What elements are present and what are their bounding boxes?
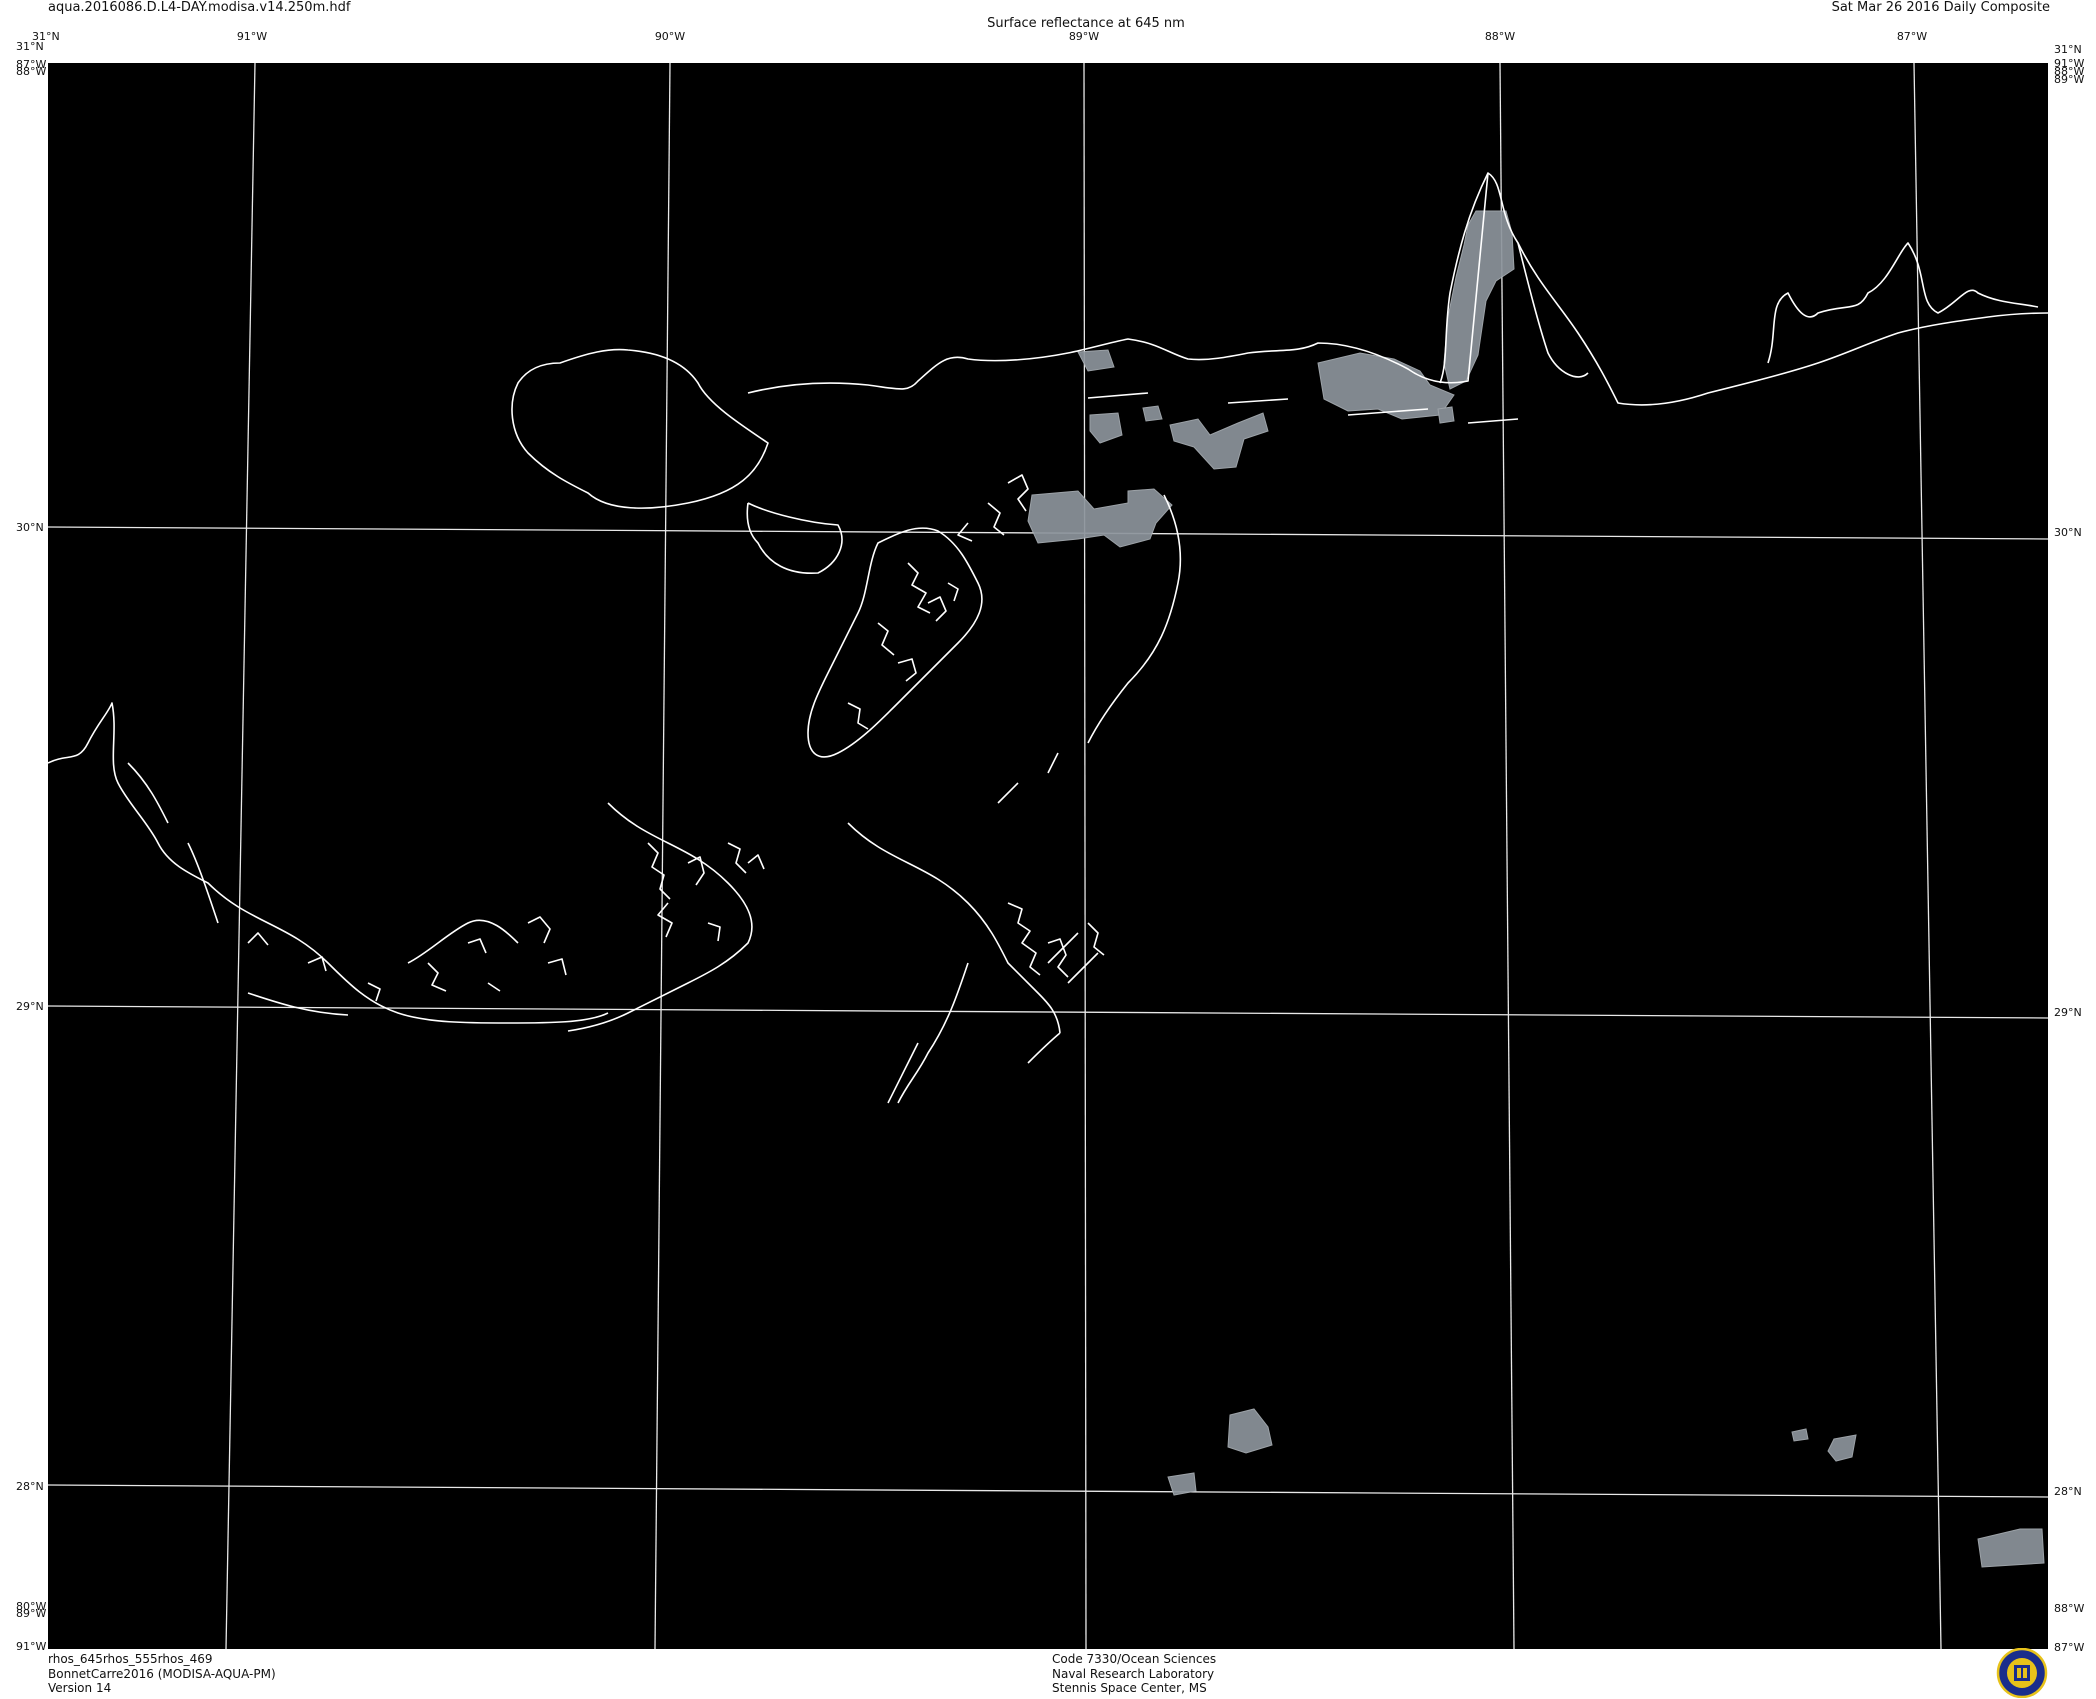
cloud-patch	[1443, 210, 1515, 390]
perdido-bay-coast	[1767, 242, 2039, 364]
barataria-marsh	[647, 842, 765, 942]
cloud-patch	[1227, 1408, 1273, 1454]
barrier-island	[1087, 392, 1149, 399]
lat-label-left-28n: 28°N	[16, 1480, 44, 1493]
parallel-28n	[48, 1484, 2048, 1498]
location-label: Stennis Space Center, MS	[1052, 1681, 1207, 1695]
lab-name: Naval Research Laboratory	[1052, 1666, 1215, 1681]
corner-top-left-2: 31°N	[16, 40, 44, 53]
lat-label-left-30n: 30°N	[16, 521, 44, 534]
cloud-patch	[1437, 406, 1455, 424]
corner-bottom-right-1: 88°W	[2054, 1602, 2085, 1615]
cloud-patch	[1077, 349, 1115, 372]
barrier-island	[1467, 418, 1519, 424]
footer-left: rhos_645rhos_555rhos_469 BonnetCarre2016…	[48, 1652, 276, 1696]
corner-top-right-1: 31°N	[2054, 43, 2082, 56]
atchafalaya-coast	[247, 916, 567, 1016]
lon-label-90w: 90°W	[654, 30, 686, 43]
st-bernard-marsh	[807, 527, 983, 758]
meridian-91w	[225, 63, 256, 1649]
mississippi-delta	[847, 822, 1061, 1104]
florida-panhandle-coast	[1439, 172, 2048, 406]
product-title: Surface reflectance at 645 nm	[987, 16, 1185, 31]
lon-label-87w: 87°W	[1896, 30, 1928, 43]
lon-label-91w: 91°W	[236, 30, 268, 43]
graticule-lines	[48, 63, 2048, 1649]
cloud-patch	[1169, 412, 1269, 470]
cloud-patch	[1791, 1428, 1809, 1442]
corner-top-left-4: 88°W	[16, 65, 47, 78]
corner-bottom-left-2: 89°W	[16, 1607, 47, 1620]
dataset-name: BonnetCarre2016 (MODISA-AQUA-PM)	[48, 1666, 276, 1681]
map-image	[48, 63, 2048, 1649]
western-louisiana-coast	[127, 762, 501, 1002]
lat-label-right-28n: 28°N	[2054, 1485, 2082, 1498]
nrl-seal-icon	[1996, 1648, 2048, 1698]
lat-label-right-29n: 29°N	[2054, 1006, 2082, 1019]
cloud-patch	[1089, 412, 1123, 444]
band-list: rhos_645rhos_555rhos_469	[48, 1652, 213, 1666]
lake-borgne-coast	[746, 502, 843, 574]
chandeleur-islands	[997, 752, 1059, 804]
st-bernard-marsh	[957, 474, 1029, 542]
lat-label-left-29n: 29°N	[16, 1000, 44, 1013]
lon-label-88w: 88°W	[1484, 30, 1516, 43]
meridian-88w	[1499, 63, 1515, 1649]
mississippi-delta	[1007, 902, 1105, 978]
lon-label-89w: 89°W	[1068, 30, 1100, 43]
corner-bottom-left-3: 91°W	[16, 1640, 47, 1653]
lat-label-right-30n: 30°N	[2054, 526, 2082, 539]
version-label: Version 14	[48, 1681, 112, 1695]
footer-center: Code 7330/Ocean Sciences Naval Research …	[1052, 1652, 1216, 1696]
filename-label: aqua.2016086.D.L4-DAY.modisa.v14.250m.hd…	[48, 0, 351, 15]
cloud-patch	[1142, 405, 1163, 422]
cloud-patch	[1827, 1434, 1857, 1462]
meridian-89w	[1083, 63, 1087, 1649]
coastlines	[48, 172, 2048, 1104]
western-louisiana-coast	[48, 702, 609, 1024]
barrier-island	[1227, 398, 1289, 404]
map-canvas	[48, 63, 2048, 1649]
code-label: Code 7330/Ocean Sciences	[1052, 1652, 1217, 1666]
date-composite-label: Sat Mar 26 2016 Daily Composite	[1831, 0, 2050, 15]
cloud-patch	[1317, 352, 1455, 420]
lake-pontchartrain-coast	[511, 348, 769, 509]
cloud-patches	[1027, 210, 2045, 1568]
st-bernard-marsh	[847, 562, 959, 730]
corner-top-right-4: 89°W	[2054, 73, 2085, 86]
cloud-patch	[1977, 1528, 2045, 1568]
parallel-29n	[48, 1005, 2048, 1019]
cloud-patch	[1027, 488, 1173, 548]
corner-bottom-right-2: 87°W	[2054, 1641, 2085, 1654]
